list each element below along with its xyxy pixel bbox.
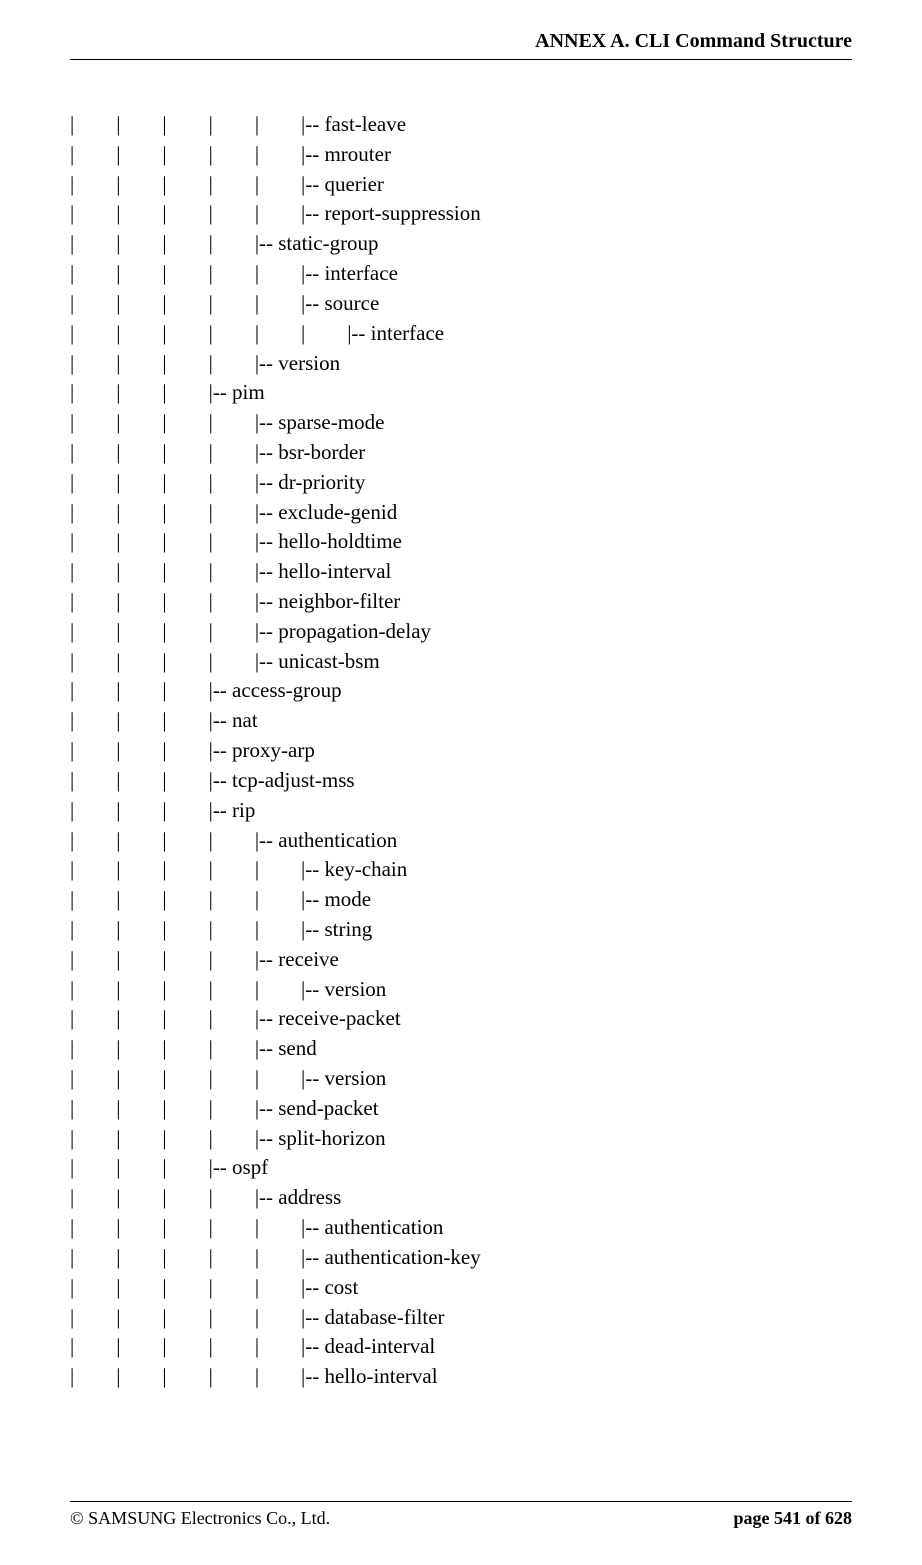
tree-line: | | | | | |-- report-suppression <box>70 199 852 229</box>
tree-line: | | | | |-- dr-priority <box>70 468 852 498</box>
tree-line: | | | |-- tcp-adjust-mss <box>70 766 852 796</box>
tree-line: | | | |-- rip <box>70 796 852 826</box>
tree-line: | | | | |-- receive-packet <box>70 1004 852 1034</box>
tree-line: | | | | |-- address <box>70 1183 852 1213</box>
tree-line: | | | | |-- receive <box>70 945 852 975</box>
tree-line: | | | | | |-- hello-interval <box>70 1362 852 1392</box>
tree-line: | | | | |-- hello-interval <box>70 557 852 587</box>
tree-line: | | | | | |-- version <box>70 975 852 1005</box>
tree-line: | | | |-- nat <box>70 706 852 736</box>
cli-tree: | | | | | |-- fast-leave| | | | | |-- mr… <box>70 110 852 1392</box>
page-footer: © SAMSUNG Electronics Co., Ltd. page 541… <box>70 1501 852 1529</box>
tree-line: | | | |-- ospf <box>70 1153 852 1183</box>
page-header: ANNEX A. CLI Command Structure <box>70 30 852 60</box>
tree-line: | | | |-- pim <box>70 378 852 408</box>
tree-line: | | | | |-- hello-holdtime <box>70 527 852 557</box>
tree-line: | | | | |-- bsr-border <box>70 438 852 468</box>
tree-line: | | | | | |-- cost <box>70 1273 852 1303</box>
tree-line: | | | | | |-- database-filter <box>70 1303 852 1333</box>
tree-line: | | | | |-- neighbor-filter <box>70 587 852 617</box>
tree-line: | | | | | |-- version <box>70 1064 852 1094</box>
tree-line: | | | | |-- static-group <box>70 229 852 259</box>
tree-line: | | | | | |-- source <box>70 289 852 319</box>
tree-line: | | | | | |-- interface <box>70 259 852 289</box>
tree-line: | | | | |-- send-packet <box>70 1094 852 1124</box>
tree-line: | | | | | |-- fast-leave <box>70 110 852 140</box>
header-title: ANNEX A. CLI Command Structure <box>535 30 852 52</box>
tree-line: | | | | | |-- mrouter <box>70 140 852 170</box>
tree-line: | | | | | |-- querier <box>70 170 852 200</box>
tree-line: | | | | |-- propagation-delay <box>70 617 852 647</box>
tree-line: | | | | |-- exclude-genid <box>70 498 852 528</box>
footer-copyright: © SAMSUNG Electronics Co., Ltd. <box>70 1508 330 1529</box>
tree-line: | | | | |-- version <box>70 349 852 379</box>
tree-line: | | | | | |-- string <box>70 915 852 945</box>
tree-line: | | | |-- proxy-arp <box>70 736 852 766</box>
tree-line: | | | | | | |-- interface <box>70 319 852 349</box>
tree-line: | | | |-- access-group <box>70 676 852 706</box>
footer-page-number: page 541 of 628 <box>734 1508 853 1529</box>
tree-line: | | | | | |-- mode <box>70 885 852 915</box>
tree-line: | | | | | |-- authentication-key <box>70 1243 852 1273</box>
tree-line: | | | | |-- authentication <box>70 826 852 856</box>
tree-line: | | | | |-- sparse-mode <box>70 408 852 438</box>
tree-line: | | | | | |-- dead-interval <box>70 1332 852 1362</box>
tree-line: | | | | |-- unicast-bsm <box>70 647 852 677</box>
tree-line: | | | | |-- send <box>70 1034 852 1064</box>
tree-line: | | | | |-- split-horizon <box>70 1124 852 1154</box>
tree-line: | | | | | |-- key-chain <box>70 855 852 885</box>
tree-line: | | | | | |-- authentication <box>70 1213 852 1243</box>
page: ANNEX A. CLI Command Structure | | | | |… <box>0 0 922 1565</box>
